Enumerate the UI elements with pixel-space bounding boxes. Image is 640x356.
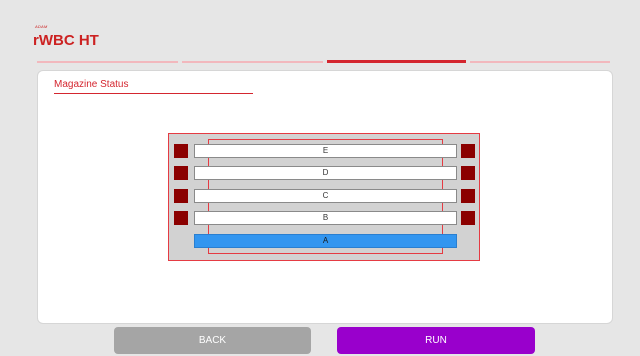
sensor-left-e	[174, 144, 188, 158]
step-2	[182, 61, 323, 63]
sensor-left-c	[174, 189, 188, 203]
sensor-right-c	[461, 189, 475, 203]
slot-d[interactable]: D	[194, 166, 457, 180]
step-1	[37, 61, 178, 63]
slot-e[interactable]: E	[194, 144, 457, 158]
back-button[interactable]: BACK	[114, 327, 311, 354]
slot-a[interactable]: A	[194, 234, 457, 248]
sensor-right-e	[461, 144, 475, 158]
logo-text: rWBC HT	[33, 32, 99, 49]
sensor-left-b	[174, 211, 188, 225]
sensor-right-d	[461, 166, 475, 180]
logo-title: WBC HT	[38, 32, 99, 49]
magazine-status-panel: Magazine Status E D C B A	[37, 70, 613, 324]
slot-c[interactable]: C	[194, 189, 457, 203]
step-3	[327, 60, 466, 63]
sensor-left-d	[174, 166, 188, 180]
step-progress	[37, 60, 610, 64]
step-4	[470, 61, 610, 63]
panel-title: Magazine Status	[54, 79, 253, 94]
magazine-diagram: E D C B A	[168, 133, 480, 261]
sensor-right-b	[461, 211, 475, 225]
slot-b[interactable]: B	[194, 211, 457, 225]
logo-subtext: ADAM	[35, 24, 48, 29]
run-button[interactable]: RUN	[337, 327, 535, 354]
